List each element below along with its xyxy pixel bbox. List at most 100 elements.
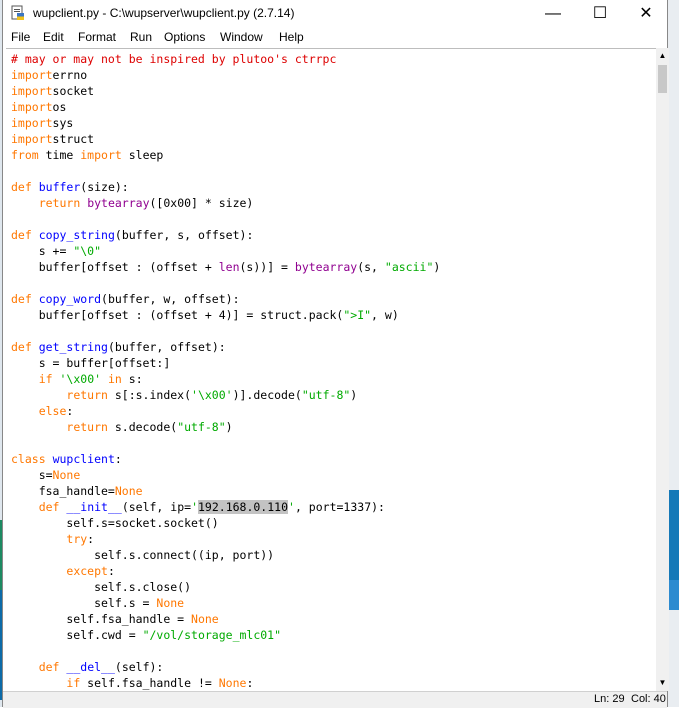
code-token: len (218, 260, 240, 274)
menu-help[interactable]: Help (279, 30, 304, 44)
code-token: import (80, 148, 122, 162)
code-line[interactable]: return bytearray([0x00] * size) (11, 195, 440, 211)
code-line[interactable]: self.fsa_handle = None (11, 611, 440, 627)
code-line[interactable]: except: (11, 563, 440, 579)
code-line[interactable]: importstruct (11, 131, 440, 147)
code-line[interactable]: self.cwd = "/vol/storage_mlc01" (11, 627, 440, 643)
menu-bar: File Edit Format Run Options Window Help (3, 28, 667, 48)
code-line[interactable]: def get_string(buffer, offset): (11, 339, 440, 355)
code-line[interactable]: buffer[offset : (offset + len(s))] = byt… (11, 259, 441, 275)
code-token: import (11, 68, 53, 82)
code-line[interactable]: class wupclient: (11, 451, 440, 467)
code-token: def (38, 500, 60, 514)
code-line[interactable]: from time import sleep (11, 147, 440, 163)
code-line[interactable]: importsocket (11, 83, 440, 99)
code-line[interactable]: self.s=socket.socket() (11, 515, 440, 531)
code-line[interactable]: try: (11, 531, 440, 547)
code-token: return (66, 388, 108, 402)
code-line[interactable]: # may or may not be inspired by plutoo's… (11, 51, 440, 67)
code-line[interactable] (11, 435, 440, 451)
code-token: "\0" (73, 244, 102, 258)
code-line[interactable]: def buffer(size): (11, 179, 440, 195)
menu-window[interactable]: Window (220, 30, 263, 44)
scrollbar-thumb[interactable] (658, 65, 667, 93)
code-line[interactable] (11, 163, 440, 179)
code-line[interactable]: def __init__(self, ip='192.168.0.110', p… (11, 499, 440, 515)
maximize-button[interactable]: ☐ (577, 0, 623, 28)
code-line[interactable]: else: (11, 403, 440, 419)
code-line[interactable]: def copy_word(buffer, w, offset): (11, 291, 440, 307)
code-token: ">I" (343, 308, 372, 322)
code-line[interactable]: self.s.close() (11, 579, 440, 595)
code-line[interactable] (11, 211, 440, 227)
code-token: ) (225, 420, 233, 434)
code-token: None (114, 484, 143, 498)
code-line[interactable]: def copy_string(buffer, s, offset): (11, 227, 440, 243)
vertical-scrollbar[interactable]: ▲ ▼ (656, 48, 669, 691)
code-line[interactable]: importsys (11, 115, 440, 131)
code-token: (self, ip= (121, 500, 192, 514)
code-token: "/vol/storage_mlc01" (142, 628, 282, 642)
code-token: ([0x00] * size) (149, 196, 254, 210)
code-line[interactable]: self.s.connect((ip, port)) (11, 547, 440, 563)
code-line[interactable]: return s.decode("utf-8") (11, 419, 440, 435)
code-token: self.fsa_handle = (11, 612, 192, 626)
code-token: def (11, 228, 32, 242)
code-token: None (52, 468, 81, 482)
code-token: buffer[offset : (offset + (11, 260, 219, 274)
code-token: : (87, 532, 95, 546)
code-line[interactable]: self.s = None (11, 595, 440, 611)
title-bar[interactable]: wupclient.py - C:\wupserver\wupclient.py… (3, 0, 667, 28)
code-line[interactable]: importerrno (11, 67, 440, 83)
window-title: wupclient.py - C:\wupserver\wupclient.py… (33, 6, 295, 20)
scroll-up-arrow-icon[interactable]: ▲ (656, 48, 669, 64)
code-token: self.fsa_handle != (80, 676, 219, 690)
code-token: , w) (371, 308, 399, 322)
code-text[interactable]: # may or may not be inspired by plutoo's… (11, 51, 440, 691)
code-token: if (38, 372, 53, 386)
code-token: (buffer, offset): (107, 340, 226, 354)
menu-run[interactable]: Run (130, 30, 152, 44)
code-line[interactable]: if '\x00' in s: (11, 371, 440, 387)
menu-file[interactable]: File (11, 30, 30, 44)
minimize-button[interactable]: — (530, 0, 576, 28)
scroll-down-arrow-icon[interactable]: ▼ (656, 675, 669, 691)
code-line[interactable]: fsa_handle=None (11, 483, 440, 499)
code-line[interactable] (11, 275, 440, 291)
code-line[interactable]: s=None (11, 467, 440, 483)
code-line[interactable]: s = buffer[offset:] (11, 355, 440, 371)
code-token: None (191, 612, 219, 626)
code-token: from (11, 148, 39, 162)
status-column-number: Col: 40 (631, 693, 666, 705)
code-line[interactable]: def __del__(self): (11, 659, 440, 675)
code-token: (s, (357, 260, 385, 274)
close-button[interactable]: ✕ (623, 0, 669, 28)
code-line[interactable]: importos (11, 99, 440, 115)
code-token: "utf-8" (301, 388, 351, 402)
code-token: "utf-8" (177, 420, 226, 434)
code-line[interactable]: return s[:s.index('\x00')].decode("utf-8… (11, 387, 440, 403)
menu-edit[interactable]: Edit (43, 30, 64, 44)
code-token: bytearray (87, 196, 150, 210)
menu-options[interactable]: Options (164, 30, 205, 44)
code-token: copy_string (38, 228, 115, 242)
idle-editor-window: wupclient.py - C:\wupserver\wupclient.py… (2, 0, 669, 708)
code-token: ) (350, 388, 358, 402)
code-line[interactable] (11, 643, 440, 659)
code-token: sys (52, 116, 74, 130)
code-token: self.s = (11, 596, 157, 610)
code-line[interactable]: s += "\0" (11, 243, 440, 259)
desktop-sliver (668, 490, 679, 580)
code-line[interactable]: if self.fsa_handle != None: (11, 675, 440, 691)
menu-format[interactable]: Format (78, 30, 116, 44)
code-editor[interactable]: # may or may not be inspired by plutoo's… (6, 48, 656, 692)
code-line[interactable]: buffer[offset : (offset + 4)] = struct.p… (11, 307, 440, 323)
code-line[interactable] (11, 323, 440, 339)
desktop-sliver (668, 580, 679, 610)
